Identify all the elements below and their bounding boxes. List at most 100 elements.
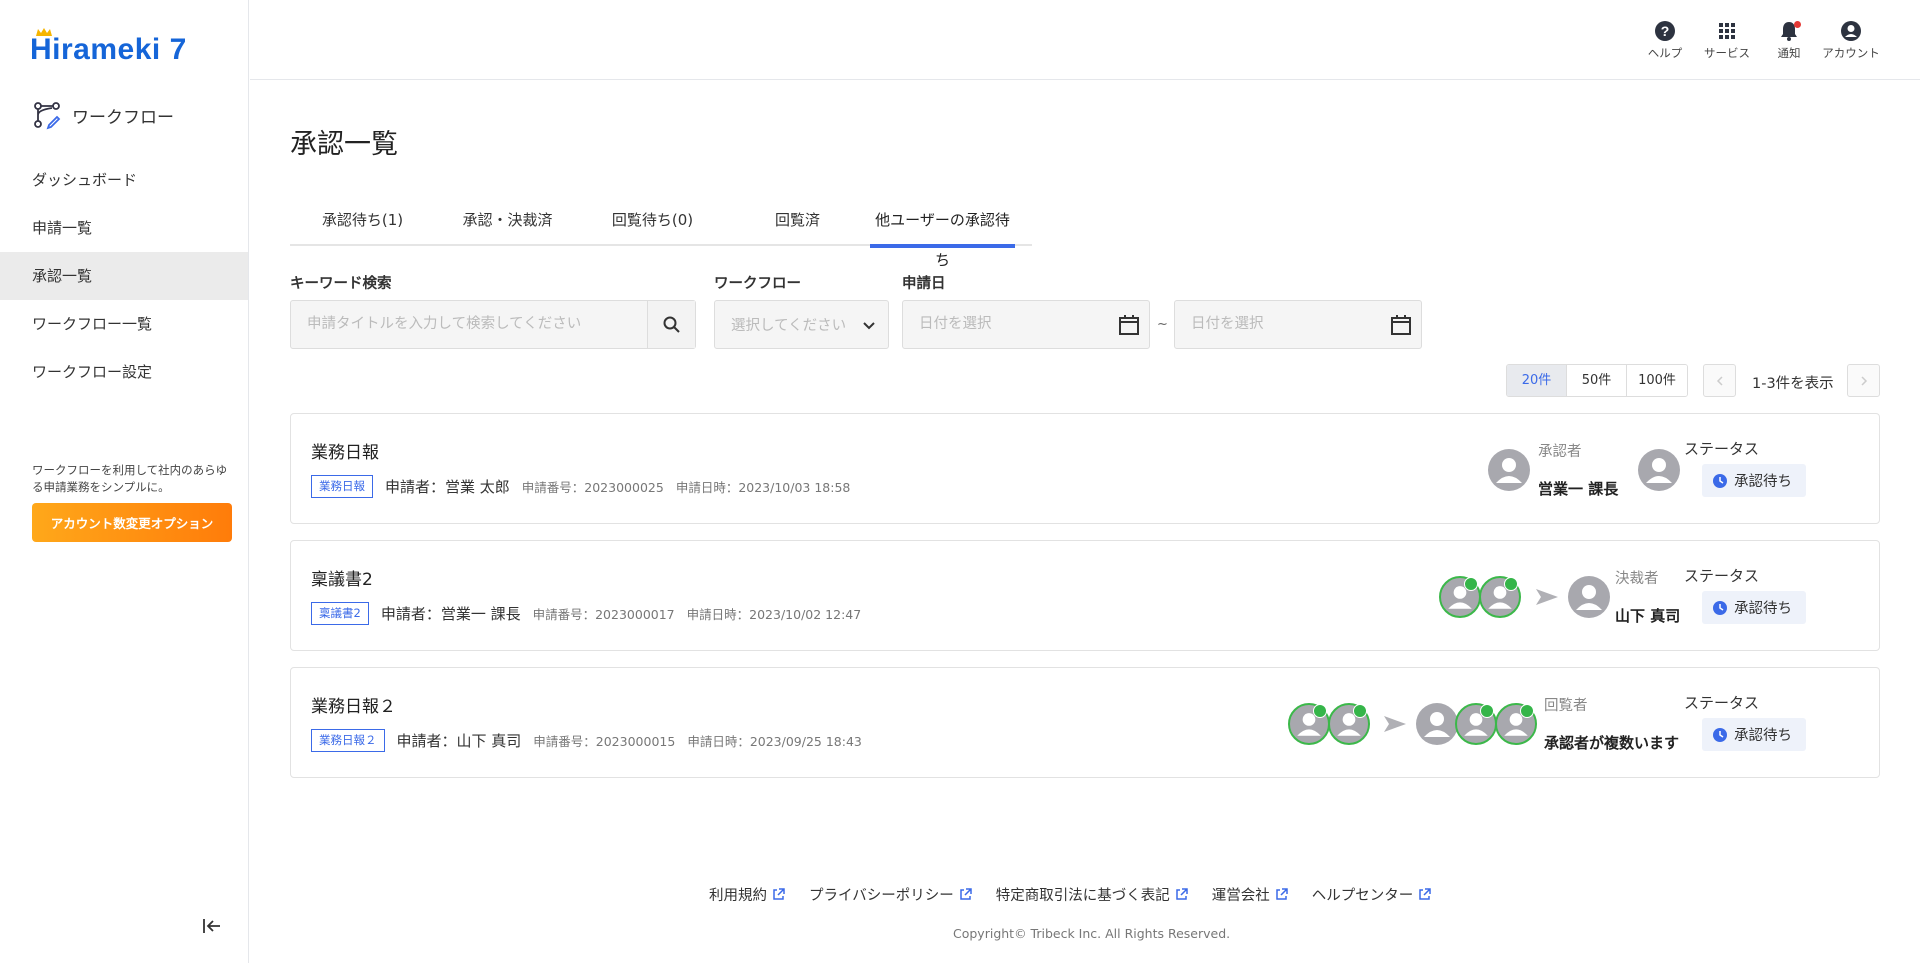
sidebar-item-applications[interactable]: 申請一覧 xyxy=(0,204,248,252)
status-badge: 承認待ち xyxy=(1702,464,1806,497)
approval-card[interactable]: 稟議書2 稟議書2 申請者：営業一 課長 申請番号：2023000017 申請日… xyxy=(290,540,1880,651)
next-page-button[interactable] xyxy=(1847,364,1880,397)
tab-approved[interactable]: 承認・決裁済 xyxy=(435,200,580,244)
crown-icon xyxy=(36,28,52,36)
application-datetime: 申請日時：2023/10/03 18:58 xyxy=(675,480,851,495)
check-icon xyxy=(1313,704,1327,718)
check-icon xyxy=(1464,577,1478,591)
check-icon xyxy=(1353,704,1367,718)
workflow-placeholder: 選択してください xyxy=(731,318,847,334)
footer-link-label: 運営会社 xyxy=(1211,888,1270,904)
arrow-right-icon xyxy=(1536,589,1558,605)
tab-other-users-pending[interactable]: 他ユーザーの承認待ち xyxy=(870,200,1015,269)
tabs: 承認待ち(1) 承認・決裁済 回覧待ち(0) 回覧済 他ユーザーの承認待ち xyxy=(290,200,1032,269)
top-header: ? ヘルプ サービス 通知 アカウント xyxy=(250,0,1920,80)
account-option-button[interactable]: アカウント数変更オプション xyxy=(32,503,232,542)
help-icon: ? xyxy=(1655,21,1675,41)
services-button[interactable]: サービス xyxy=(1696,20,1758,61)
workflow-tag: 業務日報 xyxy=(311,475,373,498)
calendar-icon xyxy=(1119,315,1139,335)
application-datetime: 申請日時：2023/10/02 12:47 xyxy=(686,607,862,622)
tab-circulation-pending[interactable]: 回覧待ち(0) xyxy=(580,200,725,244)
services-label: サービス xyxy=(1704,46,1750,60)
footer-link-company[interactable]: 運営会社 xyxy=(1212,884,1288,905)
status-text: 承認待ち xyxy=(1734,601,1792,617)
footer-link-label: 特定商取引法に基づく表記 xyxy=(995,888,1170,904)
page-title: 承認一覧 xyxy=(290,129,398,160)
sidebar-item-workflow-settings[interactable]: ワークフロー設定 xyxy=(0,348,248,396)
user-icon xyxy=(1646,458,1672,483)
card-title: 業務日報２ xyxy=(311,697,396,717)
date-label: 申請日 xyxy=(902,276,946,292)
logo-text: Hirameki 7 xyxy=(30,33,187,66)
status-label: ステータス xyxy=(1683,694,1759,712)
search-button[interactable] xyxy=(647,301,695,348)
notification-label: 通知 xyxy=(1777,46,1801,60)
account-icon xyxy=(1841,21,1861,41)
per-page-50[interactable]: 50件 xyxy=(1567,365,1627,396)
per-page-selector: 20件 50件 100件 xyxy=(1506,364,1688,397)
date-to-placeholder: 日付を選択 xyxy=(1191,316,1264,332)
approval-card[interactable]: 業務日報２ 業務日報２ 申請者：山下 真司 申請番号：2023000015 申請… xyxy=(290,667,1880,778)
user-icon xyxy=(1424,712,1450,737)
account-button[interactable]: アカウント xyxy=(1820,20,1882,61)
application-datetime: 申請日時：2023/09/25 18:43 xyxy=(687,734,862,749)
role-label: 承認者 xyxy=(1538,444,1582,460)
calendar-icon xyxy=(1391,315,1411,335)
application-number: 申請番号：2023000025 xyxy=(521,480,664,495)
footer-link-privacy[interactable]: プライバシーポリシー xyxy=(809,884,972,905)
check-icon xyxy=(1480,704,1494,718)
user-icon xyxy=(1576,585,1602,610)
role-value: 山下 真司 xyxy=(1615,607,1681,625)
external-link-icon xyxy=(1175,888,1188,900)
footer-link-terms[interactable]: 利用規約 xyxy=(709,884,785,905)
clock-icon xyxy=(1713,600,1727,615)
footer-link-label: 利用規約 xyxy=(709,888,767,904)
grid-icon xyxy=(1719,23,1735,39)
sidebar-item-workflow-list[interactable]: ワークフロー一覧 xyxy=(0,300,248,348)
clock-icon xyxy=(1713,727,1727,742)
footer-links: 利用規約 プライバシーポリシー 特定商取引法に基づく表記 運営会社 ヘルプセンタ… xyxy=(709,884,1431,905)
footer-link-commerce[interactable]: 特定商取引法に基づく表記 xyxy=(996,884,1188,905)
card-title: 業務日報 xyxy=(311,443,379,463)
search-icon xyxy=(663,316,680,333)
external-link-icon xyxy=(1419,888,1431,900)
workflow-tag: 業務日報２ xyxy=(311,729,385,752)
chevron-right-icon xyxy=(1860,375,1867,386)
applicant: 申請者：営業一 課長 xyxy=(380,605,521,623)
keyword-label: キーワード検索 xyxy=(290,276,392,292)
workflow-select[interactable]: 選択してください xyxy=(714,300,889,349)
collapse-sidebar-icon[interactable] xyxy=(200,914,224,938)
notification-button[interactable]: 通知 xyxy=(1758,20,1820,61)
external-link-icon xyxy=(1275,888,1288,900)
workflow-label: ワークフロー xyxy=(714,276,801,292)
sidebar-note: ワークフローを利用して社内のあらゆる申請業務をシンプルに。 xyxy=(32,463,228,494)
svg-text:?: ? xyxy=(1661,23,1670,39)
status-text: 承認待ち xyxy=(1734,728,1792,744)
avatar xyxy=(1488,449,1530,491)
per-page-100[interactable]: 100件 xyxy=(1627,365,1687,396)
date-from-input[interactable]: 日付を選択 xyxy=(902,300,1150,349)
user-icon xyxy=(1496,458,1522,483)
sidebar-item-dashboard[interactable]: ダッシュボード xyxy=(0,156,248,204)
role-value: 承認者が複数います xyxy=(1544,734,1680,752)
keyword-search-input[interactable]: 申請タイトルを入力して検索してください xyxy=(290,300,696,349)
footer-link-help[interactable]: ヘルプセンター xyxy=(1312,884,1432,905)
status-text: 承認待ち xyxy=(1734,474,1792,490)
help-label: ヘルプ xyxy=(1647,46,1683,60)
date-to-input[interactable]: 日付を選択 xyxy=(1174,300,1422,349)
sidebar-item-approvals[interactable]: 承認一覧 xyxy=(0,252,248,300)
workflow-icon xyxy=(34,102,61,130)
tab-circulated[interactable]: 回覧済 xyxy=(725,200,870,244)
prev-page-button[interactable] xyxy=(1703,364,1736,397)
approval-card[interactable]: 業務日報 業務日報 申請者：営業 太郎 申請番号：2023000025 申請日時… xyxy=(290,413,1880,524)
help-button[interactable]: ? ヘルプ xyxy=(1634,20,1696,61)
per-page-20[interactable]: 20件 xyxy=(1507,365,1567,396)
account-label: アカウント xyxy=(1822,46,1880,60)
tab-pending[interactable]: 承認待ち(1) xyxy=(290,200,435,244)
application-number: 申請番号：2023000015 xyxy=(533,734,676,749)
role-label: 回覧者 xyxy=(1544,698,1588,714)
app-name[interactable]: ワークフロー xyxy=(32,100,174,130)
logo[interactable]: Hirameki 7 xyxy=(30,28,187,70)
chevron-down-icon xyxy=(863,322,875,330)
